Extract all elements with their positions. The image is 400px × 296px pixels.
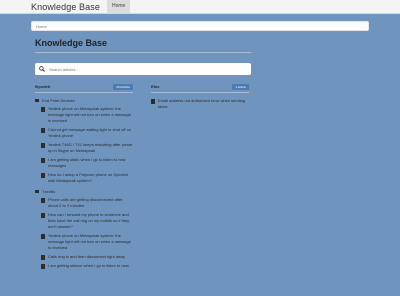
article-title[interactable]: How can I forward my phone to someone an… [48,212,133,230]
search-input[interactable] [47,65,241,73]
category-title[interactable]: Efax [151,84,159,89]
document-icon [41,128,45,133]
folder-icon [35,99,39,102]
document-icon [41,255,45,260]
folder-item[interactable]: Tzevllic [35,189,133,194]
document-icon [41,264,45,269]
article-count-badge: 49 Articles [113,83,133,90]
article-link[interactable]: I am getting static when I go to listen … [41,157,133,169]
article-link[interactable]: Yealink T46G / T41 keeps restarting afte… [41,142,133,154]
article-title[interactable]: How do I setup a Polycom phone on Sylvoi… [48,172,133,184]
breadcrumb[interactable]: Home [31,21,369,31]
document-icon [41,173,45,178]
document-icon [151,99,155,104]
article-link[interactable]: Yealink phone on Metaspeak system; the m… [41,233,133,251]
article-title[interactable]: Email address not authorized error when … [158,98,249,110]
article-link[interactable]: How do I setup a Polycom phone on Sylvoi… [41,172,133,184]
search-icon [39,66,45,72]
article-title[interactable]: Yealink phone on Metaspeak system; the m… [48,106,133,124]
document-icon [41,213,45,218]
page-title: Knowledge Base [35,38,251,53]
folder-icon [35,190,39,193]
category-title[interactable]: Bysaleti [35,84,50,89]
document-icon [41,234,45,239]
search-bar[interactable] [35,63,251,75]
article-title[interactable]: I am getting silence when I go to listen… [48,263,129,269]
article-link[interactable]: Yealink phone on Metaspeak system; the m… [41,106,133,124]
brand-logo-text[interactable]: Knowledge Base [31,2,100,12]
article-title[interactable]: Calls ring in and then disconnect right … [48,254,125,260]
top-navbar: Knowledge Base Home [0,0,400,14]
article-title[interactable]: Yealink T46G / T41 keeps restarting afte… [48,142,133,154]
article-link[interactable]: I am getting silence when I go to listen… [41,263,133,269]
document-icon [41,143,45,148]
folder-label: End Point Devices [42,98,75,103]
category-column-bysaleti: Bysaleti 49 Articles End Point Devices Y… [35,83,133,269]
folder-label: Tzevllic [42,189,56,194]
article-title[interactable]: I am getting static when I go to listen … [48,157,133,169]
article-link[interactable]: How can I forward my phone to someone an… [41,212,133,230]
document-icon [41,158,45,163]
article-link[interactable]: Email address not authorized error when … [151,98,249,110]
article-title[interactable]: Phone calls are getting disconnected aft… [48,197,133,209]
article-title[interactable]: Cannot get message waiting light to shut… [48,127,133,139]
article-link[interactable]: Phone calls are getting disconnected aft… [41,197,133,209]
article-link[interactable]: Cannot get message waiting light to shut… [41,127,133,139]
article-link[interactable]: Calls ring in and then disconnect right … [41,254,133,260]
article-count-badge: 1 Article [232,83,249,90]
document-icon [41,107,45,112]
folder-item[interactable]: End Point Devices [35,98,133,103]
article-title[interactable]: Yealink phone on Metaspeak system; the m… [48,233,133,251]
tab-home[interactable]: Home [106,0,131,13]
category-column-efax: Efax 1 Article Email address not authori… [151,83,249,269]
main-content: Knowledge Base Bysaleti 49 Articles End … [35,38,251,269]
document-icon [41,198,45,203]
